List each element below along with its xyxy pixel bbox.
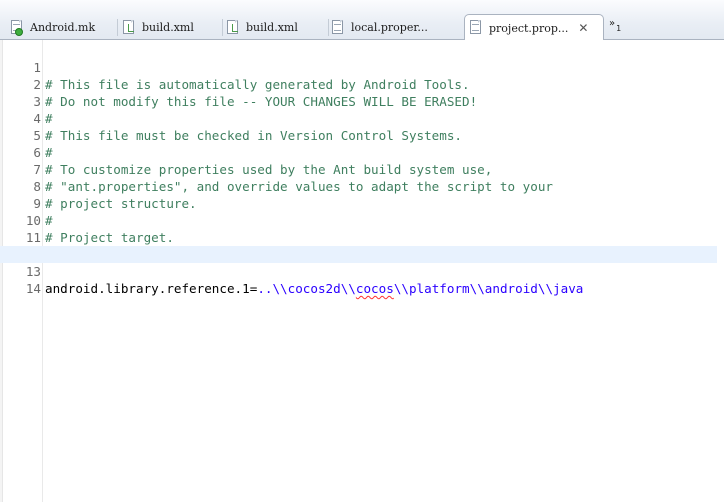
tab-label: build.xml: [246, 21, 298, 34]
vertical-scrollbar[interactable]: [717, 40, 724, 502]
chevron-double-right-icon: »: [609, 18, 616, 29]
editor-tab-bar: Android.mk build.xml build.xml local.pro…: [0, 0, 724, 41]
properties-file-icon: [469, 20, 483, 36]
tab-label: project.prop...: [489, 21, 569, 35]
code-line: 11 target=android-18: [0, 212, 717, 262]
line-number: 14: [25, 281, 41, 296]
tab-label: build.xml: [142, 21, 194, 34]
code-line: 2 # Do not modify this file -- YOUR CHAN…: [0, 59, 717, 109]
hidden-tab-count: 1: [616, 24, 622, 33]
tab-label: local.proper...: [351, 21, 428, 34]
code-line: 6 # To customize properties used by the …: [0, 127, 717, 177]
property-entry: android.library.reference.1=..\\cocos2d\…: [45, 280, 583, 297]
code-line: 10 # Project target.: [0, 195, 717, 245]
tab-android-mk[interactable]: Android.mk: [10, 15, 118, 40]
code-line: 7 # "ant.properties", and override value…: [0, 144, 717, 194]
properties-editor[interactable]: 1 # This file is automatically generated…: [0, 40, 724, 502]
xml-file-icon: [226, 19, 240, 36]
makefile-icon: [10, 19, 24, 36]
xml-file-icon: [122, 19, 136, 36]
code-line-current: 13 android.library.reference.1=..\\cocos…: [0, 246, 717, 296]
tab-overflow-button[interactable]: » 1: [609, 18, 621, 34]
code-line: 5 #: [0, 110, 717, 160]
code-line: 12: [0, 229, 717, 262]
spelling-error-word: cocos: [355, 281, 394, 296]
property-key: android.library.reference.1: [45, 281, 250, 296]
code-line: 1 # This file is automatically generated…: [0, 42, 717, 92]
code-line: 9 #: [0, 178, 717, 228]
properties-file-icon: [331, 19, 345, 36]
tab-build-xml-1[interactable]: build.xml: [122, 15, 223, 40]
tab-build-xml-2[interactable]: build.xml: [226, 15, 329, 40]
property-value-part: \\platform\\android\\java: [393, 281, 584, 296]
close-icon[interactable]: ✕: [578, 22, 588, 34]
code-line: 4 # This file must be checked in Version…: [0, 93, 717, 143]
tab-local-properties[interactable]: local.proper...: [331, 15, 462, 40]
property-value-part: ..\\cocos2d\\: [257, 281, 356, 296]
code-line: 3 #: [0, 76, 717, 126]
code-line: 14: [0, 263, 717, 296]
tab-project-properties[interactable]: project.prop... ✕: [464, 14, 604, 41]
tab-label: Android.mk: [30, 21, 96, 34]
code-line: 8 # project structure.: [0, 161, 717, 211]
